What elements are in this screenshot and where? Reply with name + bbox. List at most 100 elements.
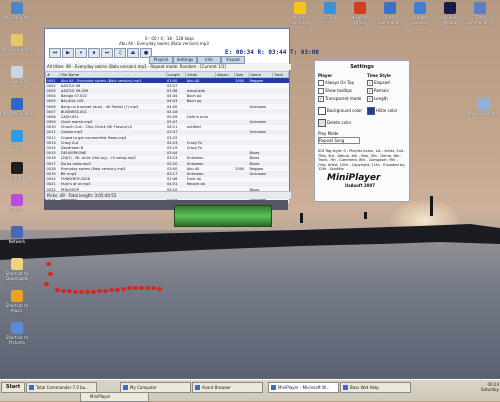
- settings-option-label: Length: [374, 96, 388, 101]
- taskbar-second-row-task[interactable]: MiniPlayer: [80, 392, 149, 402]
- desktop-icon[interactable]: Shortcut to Music: [0, 290, 34, 313]
- now-playing-title: Abu All - Everyday swims (Bala version).…: [119, 41, 209, 46]
- visualizer-bar: [174, 205, 272, 227]
- player-control-button[interactable]: ⏸: [75, 48, 87, 58]
- playlist-footer: Picks: 49 · Total length: 3:05:44:55: [45, 191, 291, 199]
- hilite-color-label: Hilite color: [376, 108, 398, 113]
- player-tab[interactable]: Info: [197, 56, 221, 64]
- checkbox[interactable]: ✓: [367, 80, 373, 86]
- playlist-row[interactable]: 0011 Cookie.mp3 03:47 Unknown: [46, 130, 289, 135]
- checkbox[interactable]: [318, 80, 324, 86]
- settings-option-label: Show tooltips: [325, 88, 352, 93]
- settings-option[interactable]: Show tooltips: [318, 88, 352, 94]
- settings-option-label: Remain: [374, 88, 390, 93]
- background-color-option[interactable]: Background color: [318, 107, 362, 115]
- desktop-icon[interactable]: Winamp: [0, 162, 34, 180]
- desktop-icon[interactable]: Internet Explorer: [0, 98, 34, 116]
- desktop-icon-label: My Computer: [3, 15, 31, 20]
- settings-option[interactable]: Always On Top: [318, 80, 354, 86]
- desktop-icon[interactable]: My Computer: [0, 2, 34, 20]
- player-control-button[interactable]: ⏮: [49, 48, 61, 58]
- fisherman-silhouette: [300, 213, 303, 223]
- player-control-button[interactable]: ⏭: [101, 48, 113, 58]
- fisherman-silhouette: [364, 212, 367, 219]
- app-icon: [343, 385, 348, 390]
- app-icon: [11, 258, 23, 270]
- desktop-icon[interactable]: Norton AntiVirus: [285, 2, 315, 25]
- desktop-icon-label: Shortcut to Pictures: [5, 335, 29, 345]
- taskbar-task[interactable]: Bass Wat Help: [340, 382, 411, 393]
- delete-color-option[interactable]: Delete color: [318, 119, 351, 127]
- settings-option[interactable]: ✓ Remain: [367, 88, 389, 94]
- desktop-icon[interactable]: My Documents: [0, 34, 34, 52]
- desktop-icon-label: Norton AntiVirus: [291, 15, 309, 25]
- settings-panel: Settings Player Time Style Always On Top…: [314, 60, 410, 202]
- app-icon: [29, 385, 34, 390]
- player-control-button[interactable]: ⏹: [88, 48, 100, 58]
- time-display: E: 00:34 R: 03:44 T: 03:00: [225, 49, 319, 56]
- playlist-status-line: All titles: 49 - Everyday swims (Bala ve…: [45, 64, 291, 70]
- delete-color-label: Delete color: [327, 120, 352, 125]
- checkbox[interactable]: ✓: [318, 96, 324, 102]
- checkbox[interactable]: [318, 88, 324, 94]
- playlist-row[interactable]: 0016 (2DJ?) - Mr. Antic (Hot Joy) - Hi sw…: [45, 155, 289, 161]
- desktop-icon-label: My Documents: [2, 47, 32, 52]
- desktop-icon[interactable]: Microsoft Office: [345, 2, 375, 25]
- playlist-row[interactable]: 0015 DELIVERY.ONE 03:44 Blues: [46, 151, 289, 156]
- miniplayer-window: Abu All - Everyday swims (Bala version).…: [44, 28, 319, 203]
- decorative-dot: [139, 286, 144, 290]
- hilite-color-swatch[interactable]: [367, 107, 375, 115]
- task-label: Bass Wat Help: [350, 385, 379, 390]
- decorative-dot: [61, 288, 66, 293]
- playlist-row[interactable]: 0009 Clock marsh.mp3 03:47 Unknown: [46, 120, 289, 125]
- desktop-icon-label: Shortcut to Downloads: [5, 271, 29, 281]
- start-button[interactable]: Start: [1, 382, 25, 393]
- player-tab[interactable]: Playlist: [149, 56, 173, 64]
- desktop-icon[interactable]: Windows Media: [435, 2, 465, 25]
- checkbox[interactable]: ✓: [367, 88, 373, 94]
- desktop-icon[interactable]: Total Commander: [375, 2, 405, 25]
- player-tab[interactable]: Visuals: [221, 56, 245, 64]
- app-icon: [414, 2, 426, 14]
- app-icon: [474, 2, 486, 14]
- settings-option[interactable]: ✓ Transparent mode: [318, 96, 361, 102]
- decorative-dot: [55, 288, 60, 292]
- taskbar-task[interactable]: MiniPlayer - Microsoft W...: [268, 382, 339, 393]
- player-control-button[interactable]: ⏏: [127, 48, 139, 58]
- desktop-icon[interactable]: Outlook Express: [405, 2, 435, 25]
- play-mode-select[interactable]: Repeat Song: [318, 137, 360, 144]
- playlist-row[interactable]: 0006 Bang na trumpet (dub) - 40 Partial (…: [45, 103, 289, 110]
- settings-option[interactable]: ✓ Length: [367, 96, 388, 102]
- playlist-table: # File Name Length Artist Album Size Genre Trac…: [44, 71, 289, 203]
- decorative-dot: [103, 288, 108, 293]
- desktop-icon[interactable]: Total Commander 2: [465, 2, 495, 25]
- time-style-header: Time Style: [367, 73, 391, 78]
- desktop-icon-label: Microsoft Office: [350, 15, 370, 25]
- desktop-icon-label: Skype: [10, 143, 24, 148]
- playlist-row[interactable]: 0017 Do-ka radio.mp3 03:20 Unknown Blues: [46, 161, 289, 166]
- background-color-swatch[interactable]: [318, 107, 326, 115]
- play-mode-label: Play Mode: [318, 131, 339, 136]
- player-control-button[interactable]: ♫: [114, 48, 126, 58]
- task-label: Total Commander 7.0 bu...: [36, 385, 90, 390]
- desktop-icon[interactable]: Recycle Bin: [0, 66, 34, 84]
- desktop-icon-label: iTunes: [10, 207, 24, 212]
- player-tab[interactable]: Settings: [173, 56, 197, 64]
- desktop-icon[interactable]: Shortcut to Downloads: [0, 258, 34, 281]
- checkbox[interactable]: ✓: [367, 96, 373, 102]
- player-options-header: Player: [318, 73, 333, 78]
- desktop-icon[interactable]: Network: [0, 226, 34, 244]
- delete-color-swatch[interactable]: [318, 119, 326, 127]
- desktop-icon[interactable]: G-Talk: [315, 2, 345, 20]
- playlist-row[interactable]: 0018 Everyday swims (Bala version).mp3 03:…: [45, 166, 289, 172]
- desktop-icon[interactable]: iTunes: [0, 194, 34, 212]
- app-icon: [384, 2, 396, 14]
- settings-option[interactable]: ✓ Elapsed: [367, 80, 390, 86]
- desktop-icon[interactable]: Shortcut to Pictures: [0, 322, 34, 345]
- desktop-icon[interactable]: Skype: [0, 130, 34, 148]
- taskbar-task[interactable]: Avant Browser: [192, 382, 263, 393]
- desktop-icon-right[interactable]: My Documents: [466, 98, 500, 116]
- hilite-color-option[interactable]: Hilite color: [367, 107, 398, 115]
- playlist-row[interactable]: 0001 Abu All - Everyday swims (Bala versi…: [45, 77, 289, 84]
- player-control-button[interactable]: ▶: [62, 48, 74, 58]
